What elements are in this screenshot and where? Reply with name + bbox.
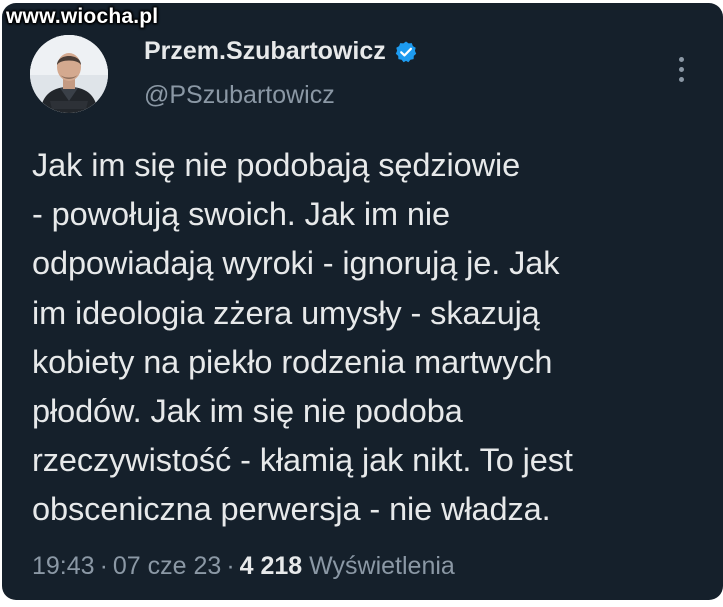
views-count: 4 218 <box>239 552 303 580</box>
meta-separator: · <box>99 552 108 580</box>
tweet-text-line: - powołują swoich. Jak im nie <box>32 196 450 233</box>
meta-separator: · <box>226 552 235 580</box>
tweet-meta: 19:43 · 07 cze 23 · 4 218 Wyświetlenia <box>32 548 455 584</box>
watermark: www.wiocha.pl <box>6 5 159 28</box>
tweet-date[interactable]: 07 cze 23 <box>113 552 221 580</box>
tweet-text-line: odpowiadają wyroki - ignorują je. Jak <box>32 245 560 282</box>
verified-badge-icon <box>394 40 418 64</box>
tweet-text-line: Jak im się nie podobają sędziowie <box>32 147 521 183</box>
author-name-row: Przem.Szubartowicz <box>144 39 418 64</box>
tweet-text: Jak im się nie podobają sędziowie - powo… <box>32 141 712 535</box>
tweet-text-line: rzeczywistość - kłamią jak nikt. To jest <box>32 442 573 479</box>
tweet-card: Przem.Szubartowicz @PSzubartowicz Jak im… <box>2 3 723 600</box>
author-display-name[interactable]: Przem.Szubartowicz <box>144 39 386 64</box>
tweet-text-line: obsceniczna perwersja - nie władza. <box>32 491 551 528</box>
tweet-text-line: płodów. Jak im się nie podoba <box>32 393 463 430</box>
avatar-photo <box>30 35 108 113</box>
tweet-time[interactable]: 19:43 <box>32 552 95 580</box>
screenshot-frame: www.wiocha.pl Przem.Szubartowicz @PSzuba… <box>0 0 723 607</box>
tweet-text-line: im ideologia zżera umysły - skazują <box>32 294 540 331</box>
more-options-icon[interactable] <box>670 53 694 87</box>
bottom-border <box>0 600 723 607</box>
avatar[interactable] <box>30 35 108 113</box>
views-label: Wyświetlenia <box>309 552 455 580</box>
author-handle[interactable]: @PSzubartowicz <box>144 83 335 108</box>
tweet-text-line: kobiety na piekło rodzenia martwych <box>32 343 553 380</box>
